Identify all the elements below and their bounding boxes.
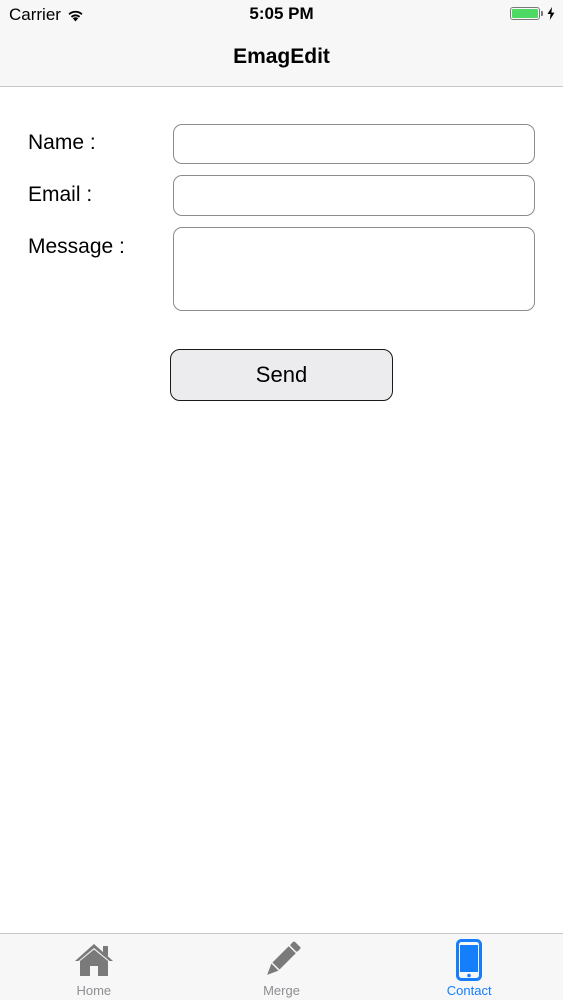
name-field[interactable]	[173, 124, 535, 164]
email-label: Email :	[28, 183, 93, 206]
battery-level	[512, 9, 538, 18]
battery-indicator	[510, 7, 555, 20]
message-label: Message :	[28, 235, 125, 258]
navigation-bar: EmagEdit	[0, 30, 563, 87]
email-field[interactable]	[173, 175, 535, 216]
battery-cap	[541, 11, 543, 16]
home-icon	[71, 937, 117, 983]
phone-icon	[446, 937, 492, 983]
charging-bolt-icon	[547, 7, 555, 20]
page-title: EmagEdit	[233, 45, 330, 68]
battery-icon	[510, 7, 540, 20]
name-label: Name :	[28, 131, 96, 154]
tab-merge[interactable]: Merge	[188, 934, 376, 1000]
send-button-label: Send	[255, 362, 308, 387]
tab-bar: Home Merge Contact	[0, 933, 563, 1000]
tab-merge-label: Merge	[263, 983, 300, 998]
tab-contact[interactable]: Contact	[375, 934, 563, 1000]
status-bar: Carrier 5:05 PM	[0, 0, 563, 30]
tab-home-label: Home	[76, 983, 112, 998]
tab-contact-label: Contact	[446, 983, 492, 998]
send-button[interactable]: Send	[170, 349, 393, 401]
pencil-icon	[259, 937, 305, 983]
tab-home[interactable]: Home	[0, 934, 188, 1000]
status-time: 5:05 PM	[249, 4, 314, 23]
message-field[interactable]	[173, 227, 535, 311]
